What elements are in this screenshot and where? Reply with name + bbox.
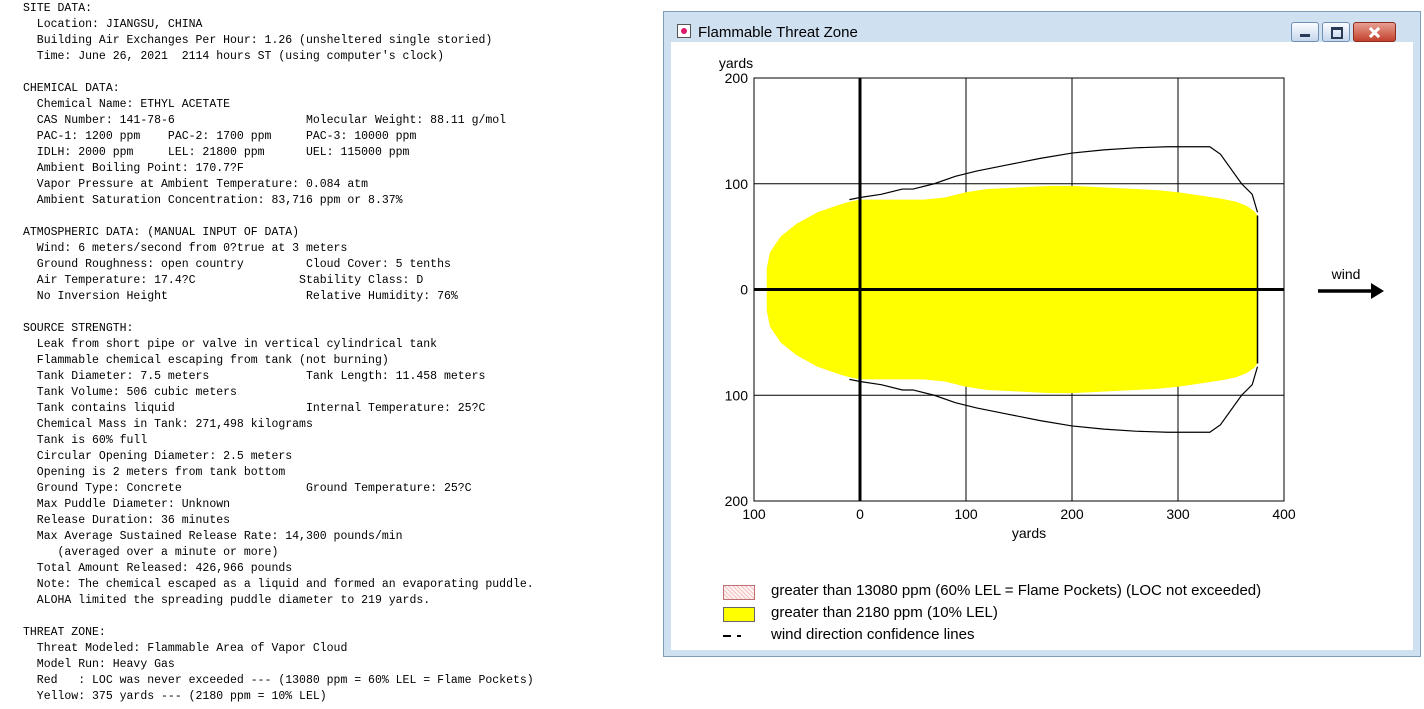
minimize-button[interactable] (1291, 22, 1319, 42)
x-tick-label: 400 (1272, 506, 1296, 522)
legend-label-confidence: wind direction confidence lines (771, 626, 975, 643)
legend-swatch-dashed (723, 635, 755, 637)
y-tick-label: 100 (725, 176, 749, 192)
y-tick-label: 200 (725, 493, 749, 509)
threat-zone-window[interactable]: Flammable Threat Zone 100 0 100 200 300 400 20… (663, 11, 1421, 657)
report-panel: SITE DATA: Location: JIANGSU, CHINA Buil… (0, 0, 660, 709)
window-client-area: 100 0 100 200 300 400 200 100 0 100 200 yards yards w… (671, 42, 1413, 650)
window-titlebar[interactable]: Flammable Threat Zone (664, 12, 1420, 42)
window-title: Flammable Threat Zone (698, 24, 858, 41)
y-tick-label: 200 (725, 70, 749, 86)
legend-label-yellow: greater than 2180 ppm (10% LEL) (771, 604, 998, 621)
close-button[interactable] (1353, 22, 1396, 42)
wind-arrow-icon (1371, 283, 1384, 299)
legend-swatch-yellow (723, 607, 755, 622)
report-text: SITE DATA: Location: JIANGSU, CHINA Buil… (23, 2, 534, 703)
x-tick-label: 200 (1060, 506, 1084, 522)
y-axis-label: yards (719, 55, 753, 71)
x-tick-label: 100 (954, 506, 978, 522)
x-tick-label: 0 (856, 506, 864, 522)
x-axis-label: yards (1012, 525, 1046, 541)
legend-swatch-red (723, 585, 755, 600)
y-tick-label: 100 (725, 387, 749, 403)
maximize-button[interactable] (1322, 22, 1350, 42)
threat-zone-plot: 100 0 100 200 300 4002001000100200yardsyardsw… (719, 55, 1384, 541)
y-tick-label: 0 (740, 282, 748, 298)
app-icon[interactable] (677, 24, 691, 38)
wind-label: wind (1331, 266, 1361, 282)
legend-label-red: greater than 13080 ppm (60% LEL = Flame … (771, 582, 1262, 599)
x-tick-label: 300 (1166, 506, 1190, 522)
